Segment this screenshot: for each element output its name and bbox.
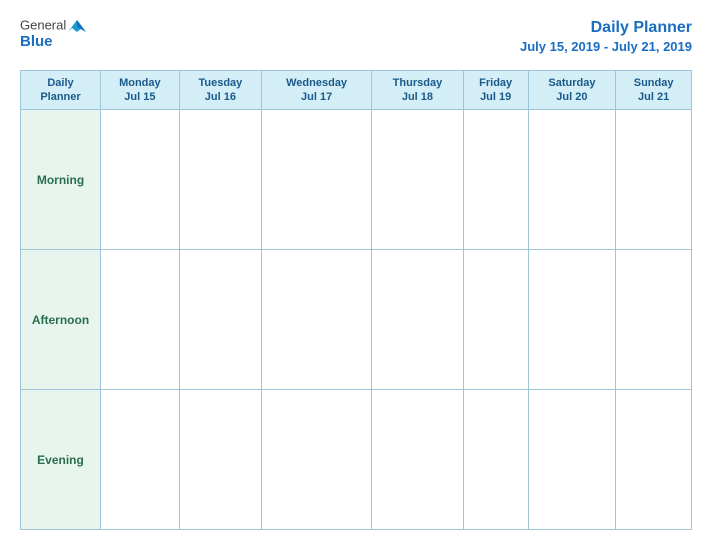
header-wednesday: Wednesday Jul 17	[262, 70, 372, 110]
cell-friday-evening[interactable]	[463, 390, 528, 530]
row-evening: Evening	[21, 390, 692, 530]
header: General Blue Daily Planner July 15, 2019…	[20, 18, 692, 56]
header-row: Daily Planner Monday Jul 15 Tuesday Jul …	[21, 70, 692, 110]
header-daily-line1: Daily	[47, 77, 73, 89]
header-sunday: Sunday Jul 21	[616, 70, 692, 110]
logo-blue-text: Blue	[20, 34, 53, 51]
cell-saturday-evening[interactable]	[528, 390, 616, 530]
header-thursday: Thursday Jul 18	[372, 70, 464, 110]
row-morning: Morning	[21, 110, 692, 250]
cell-tuesday-evening[interactable]	[179, 390, 261, 530]
title-area: Daily Planner July 15, 2019 - July 21, 2…	[520, 18, 692, 56]
cell-thursday-afternoon[interactable]	[372, 250, 464, 390]
logo-general-text: General	[20, 18, 86, 34]
cell-tuesday-afternoon[interactable]	[179, 250, 261, 390]
cell-sunday-afternoon[interactable]	[616, 250, 692, 390]
cell-wednesday-evening[interactable]	[262, 390, 372, 530]
header-saturday: Saturday Jul 20	[528, 70, 616, 110]
label-morning: Morning	[21, 110, 101, 250]
header-col-daily: Daily Planner	[21, 70, 101, 110]
cell-thursday-evening[interactable]	[372, 390, 464, 530]
cell-sunday-morning[interactable]	[616, 110, 692, 250]
header-daily-line2: Planner	[40, 91, 80, 103]
cell-monday-afternoon[interactable]	[101, 250, 180, 390]
cell-monday-morning[interactable]	[101, 110, 180, 250]
planner-title: Daily Planner	[520, 18, 692, 39]
logo-area: General Blue	[20, 18, 86, 51]
label-evening: Evening	[21, 390, 101, 530]
header-monday: Monday Jul 15	[101, 70, 180, 110]
cell-saturday-morning[interactable]	[528, 110, 616, 250]
cell-friday-afternoon[interactable]	[463, 250, 528, 390]
planner-date-range: July 15, 2019 - July 21, 2019	[520, 39, 692, 56]
label-afternoon: Afternoon	[21, 250, 101, 390]
cell-wednesday-afternoon[interactable]	[262, 250, 372, 390]
bird-icon	[68, 18, 86, 34]
header-tuesday: Tuesday Jul 16	[179, 70, 261, 110]
cell-monday-evening[interactable]	[101, 390, 180, 530]
cell-saturday-afternoon[interactable]	[528, 250, 616, 390]
page: General Blue Daily Planner July 15, 2019…	[0, 0, 712, 550]
header-friday: Friday Jul 19	[463, 70, 528, 110]
cell-sunday-evening[interactable]	[616, 390, 692, 530]
cell-friday-morning[interactable]	[463, 110, 528, 250]
cell-wednesday-morning[interactable]	[262, 110, 372, 250]
cell-thursday-morning[interactable]	[372, 110, 464, 250]
cell-tuesday-morning[interactable]	[179, 110, 261, 250]
row-afternoon: Afternoon	[21, 250, 692, 390]
planner-table: Daily Planner Monday Jul 15 Tuesday Jul …	[20, 70, 692, 530]
